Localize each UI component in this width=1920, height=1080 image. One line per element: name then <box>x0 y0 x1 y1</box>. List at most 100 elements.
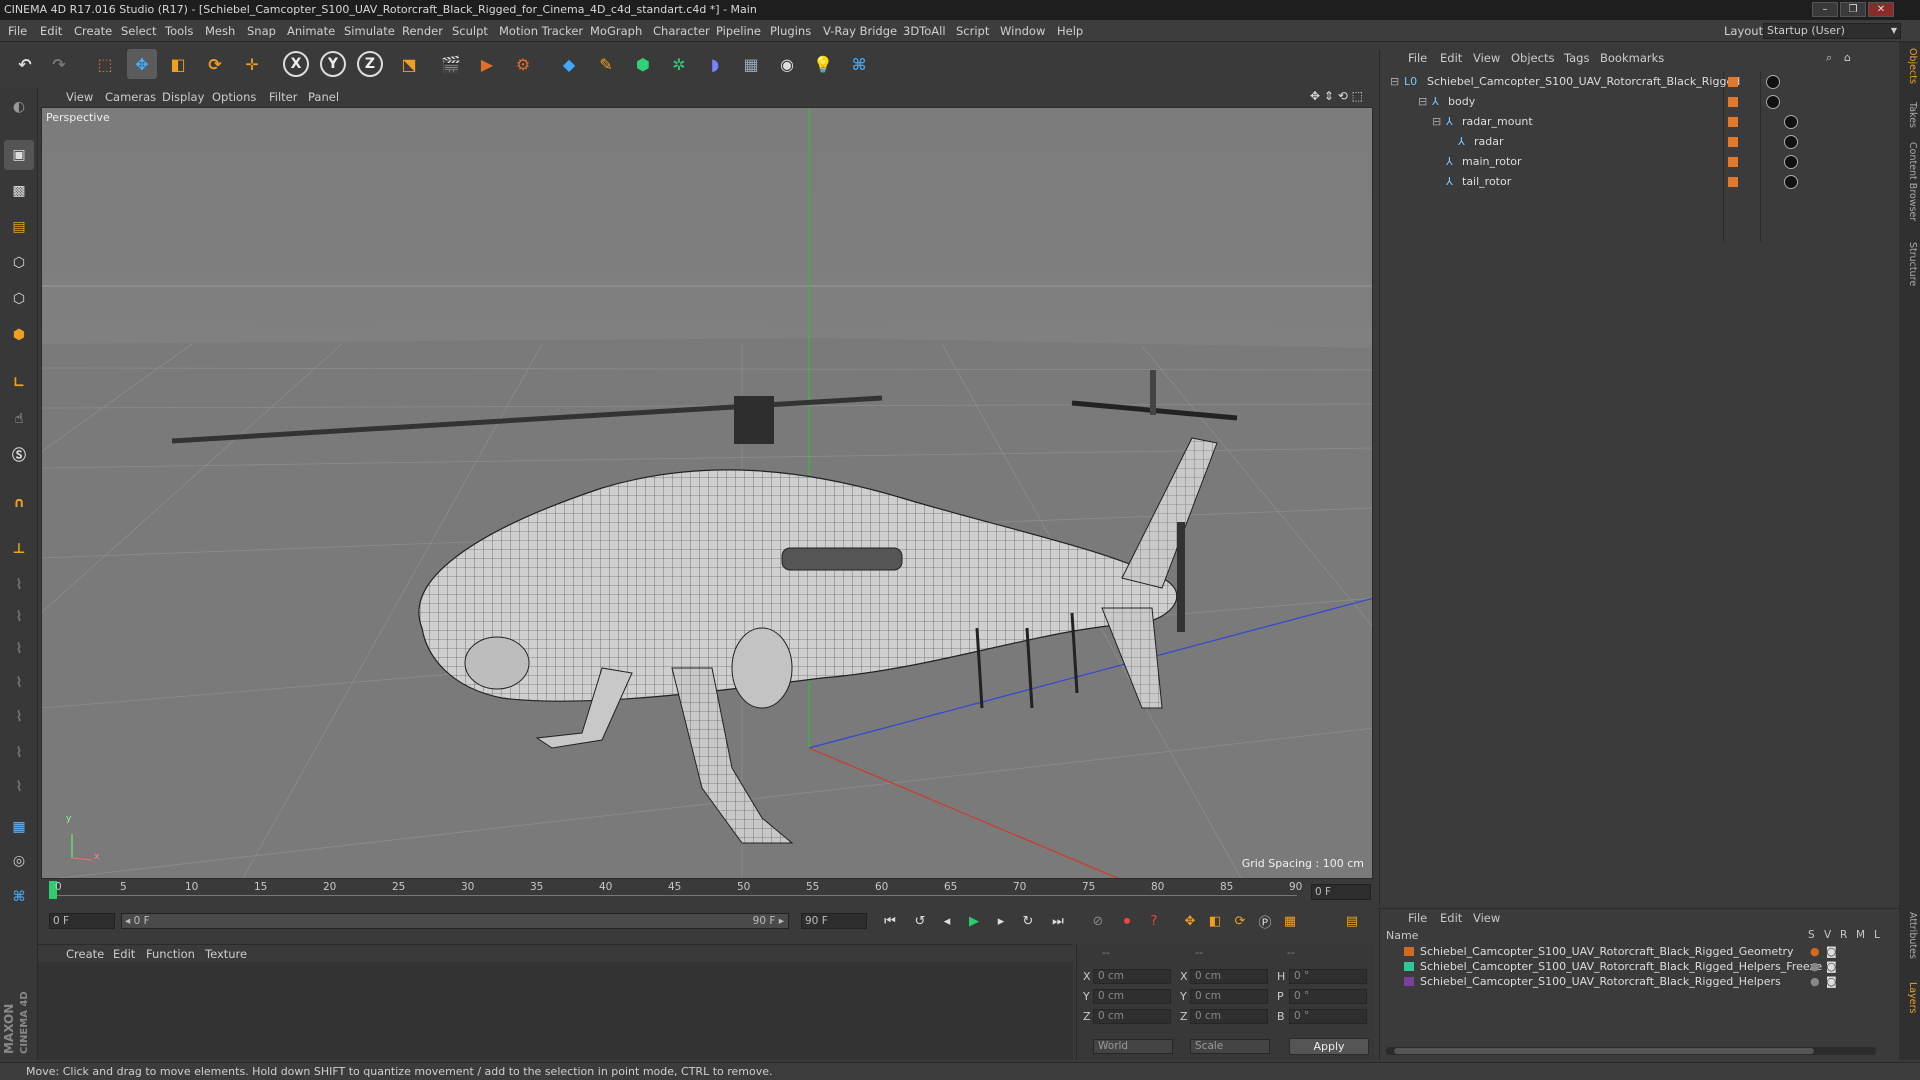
collapse-icon[interactable]: ⊟ <box>1390 72 1399 92</box>
collapse-icon[interactable]: ⊟ <box>1432 112 1441 132</box>
menu-pipeline[interactable]: Pipeline <box>716 20 761 42</box>
material-tag-icon[interactable] <box>1766 75 1780 89</box>
menu-3dtoall[interactable]: 3DToAll <box>903 20 946 42</box>
coordinate-mode-select[interactable]: Scale <box>1190 1039 1270 1054</box>
visible-toggle-icon[interactable]: ◙ <box>1826 974 1837 989</box>
material-list[interactable] <box>38 962 1073 1060</box>
material-tag-icon[interactable] <box>1784 175 1798 189</box>
objects-menu-tags[interactable]: Tags <box>1564 50 1589 66</box>
material-menu-edit[interactable]: Edit <box>113 945 135 963</box>
collapse-icon[interactable]: ⊟ <box>1418 92 1427 112</box>
render-view-icon[interactable]: 🎬 <box>436 49 466 79</box>
live-selection-icon[interactable]: ⬚ <box>90 49 120 79</box>
coordinate-system-icon[interactable]: ⬔ <box>394 49 424 79</box>
object-row[interactable]: ⊟ L0 Schiebel_Camcopter_S100_UAV_Rotorcr… <box>1380 72 1900 92</box>
python-icon[interactable]: ⌘ <box>844 49 874 79</box>
viewport-nav-icon[interactable]: ✥ ⇕ ⟲ ⬚ <box>1310 89 1363 103</box>
end-frame-field[interactable]: 90 F <box>801 913 867 929</box>
key-rotation-icon[interactable]: ⟳ <box>1229 911 1251 931</box>
frame-range-slider[interactable]: ◂ 0 F 90 F ▸ <box>121 913 789 929</box>
layer-row[interactable]: Schiebel_Camcopter_S100_UAV_Rotorcraft_B… <box>1380 959 1900 974</box>
rot-p-field[interactable]: 0 ° <box>1289 989 1367 1004</box>
deformer-icon[interactable]: ◗ <box>700 49 730 79</box>
floor-icon[interactable]: ▦ <box>736 49 766 79</box>
rotate-tool-icon[interactable]: ⟳ <box>200 49 230 79</box>
layers-menu-view[interactable]: View <box>1473 911 1500 925</box>
brush-tool-7-icon[interactable]: ⌇ <box>4 772 34 802</box>
y-axis-lock-button[interactable]: Y <box>320 51 346 77</box>
menu-simulate[interactable]: Simulate <box>344 20 395 42</box>
layer-row[interactable]: Schiebel_Camcopter_S100_UAV_Rotorcraft_B… <box>1380 944 1900 959</box>
layer-row[interactable]: Schiebel_Camcopter_S100_UAV_Rotorcraft_B… <box>1380 974 1900 989</box>
tab-attributes[interactable]: Attributes <box>1901 912 1918 959</box>
menu-motion-tracker[interactable]: Motion Tracker <box>499 20 583 42</box>
material-menu-function[interactable]: Function <box>146 945 195 963</box>
brush-tool-5-icon[interactable]: ⌇ <box>4 702 34 732</box>
objects-menu-objects[interactable]: Objects <box>1511 50 1554 66</box>
material-menu-texture[interactable]: Texture <box>205 945 247 963</box>
edges-mode-icon[interactable]: ⬡ <box>4 284 34 314</box>
menu-create[interactable]: Create <box>74 20 112 42</box>
menu-mograph[interactable]: MoGraph <box>590 20 642 42</box>
brush-tool-4-icon[interactable]: ⌇ <box>4 668 34 698</box>
axis-tool-icon[interactable]: ⊥ <box>4 534 34 564</box>
key-scale-icon[interactable]: ◧ <box>1204 911 1226 931</box>
play-icon[interactable]: ▶ <box>963 911 985 931</box>
menu-help[interactable]: Help <box>1057 20 1083 42</box>
viewport-menu-view[interactable]: View <box>66 88 93 106</box>
start-frame-field[interactable]: 0 F <box>49 913 115 929</box>
layout-select[interactable]: Startup (User) ▼ <box>1763 23 1901 39</box>
coordinate-space-select[interactable]: World <box>1093 1039 1173 1054</box>
restore-button[interactable]: ❐ <box>1840 2 1866 17</box>
size-x-field[interactable]: 0 cm <box>1190 969 1268 984</box>
close-button[interactable]: ✕ <box>1868 2 1894 17</box>
viewport-menu-panel[interactable]: Panel <box>308 88 339 106</box>
record-keys-icon[interactable]: ⊘ <box>1087 911 1109 931</box>
home-icon[interactable]: ⌂ <box>1844 50 1851 66</box>
texture-mode-icon[interactable]: ▩ <box>4 176 34 206</box>
menu-render[interactable]: Render <box>402 20 443 42</box>
solo-toggle-icon[interactable]: ● <box>1810 959 1820 974</box>
render-picture-viewer-icon[interactable]: ▶ <box>472 49 502 79</box>
object-row[interactable]: ⅄ tail_rotor <box>1380 172 1900 192</box>
object-row[interactable]: ⊟ ⅄ radar_mount <box>1380 112 1900 132</box>
keyframe-selection-icon[interactable]: ? <box>1143 911 1165 931</box>
menu-select[interactable]: Select <box>121 20 156 42</box>
timeline-ruler[interactable]: 0 5 10 15 20 25 30 35 40 45 50 55 60 65 … <box>41 880 1373 902</box>
rot-h-field[interactable]: 0 ° <box>1289 969 1367 984</box>
key-parameter-icon[interactable]: Ⓟ <box>1254 911 1276 931</box>
size-y-field[interactable]: 0 cm <box>1190 989 1268 1004</box>
material-menu-create[interactable]: Create <box>66 945 104 963</box>
brush-tool-3-icon[interactable]: ⌇ <box>4 634 34 664</box>
autokey-icon[interactable]: ⏺ <box>1116 911 1138 931</box>
objects-menu-bookmarks[interactable]: Bookmarks <box>1600 50 1664 66</box>
solo-toggle-icon[interactable]: ● <box>1810 974 1820 989</box>
material-tag-icon[interactable] <box>1784 135 1798 149</box>
tab-objects[interactable]: Objects <box>1901 48 1918 84</box>
layers-menu-file[interactable]: File <box>1408 911 1427 925</box>
objects-menu-view[interactable]: View <box>1473 50 1500 66</box>
axis-mode-icon[interactable]: ∟ <box>4 368 34 398</box>
material-tag-icon[interactable] <box>1784 155 1798 169</box>
cloner-icon[interactable]: ✲ <box>664 49 694 79</box>
grid-lock-icon[interactable]: ▦ <box>4 812 34 842</box>
previous-frame-icon[interactable]: ◂ <box>936 911 958 931</box>
next-frame-icon[interactable]: ▸ <box>990 911 1012 931</box>
make-editable-icon[interactable]: ◐ <box>4 92 34 122</box>
search-icon[interactable]: ⌕ <box>1826 50 1832 66</box>
material-tag-icon[interactable] <box>1784 115 1798 129</box>
menu-animate[interactable]: Animate <box>287 20 335 42</box>
visible-toggle-icon[interactable]: ◙ <box>1826 959 1837 974</box>
solo-toggle-icon[interactable]: ● <box>1810 944 1820 959</box>
tweak-mode-icon[interactable]: ☝ <box>4 404 34 434</box>
pos-y-field[interactable]: 0 cm <box>1093 989 1171 1004</box>
move-tool-icon[interactable]: ✥ <box>127 49 157 79</box>
polygons-mode-icon[interactable]: ⬢ <box>4 320 34 350</box>
subdivision-surface-icon[interactable]: ⬢ <box>628 49 658 79</box>
undo-icon[interactable]: ↶ <box>10 49 40 79</box>
recent-tool-icon[interactable]: ✛ <box>237 49 267 79</box>
tab-content-browser[interactable]: Content Browser <box>1901 142 1918 221</box>
menu-snap[interactable]: Snap <box>247 20 276 42</box>
model-mode-icon[interactable]: ▣ <box>4 140 34 170</box>
go-to-end-icon[interactable]: ⏭ <box>1047 911 1069 931</box>
